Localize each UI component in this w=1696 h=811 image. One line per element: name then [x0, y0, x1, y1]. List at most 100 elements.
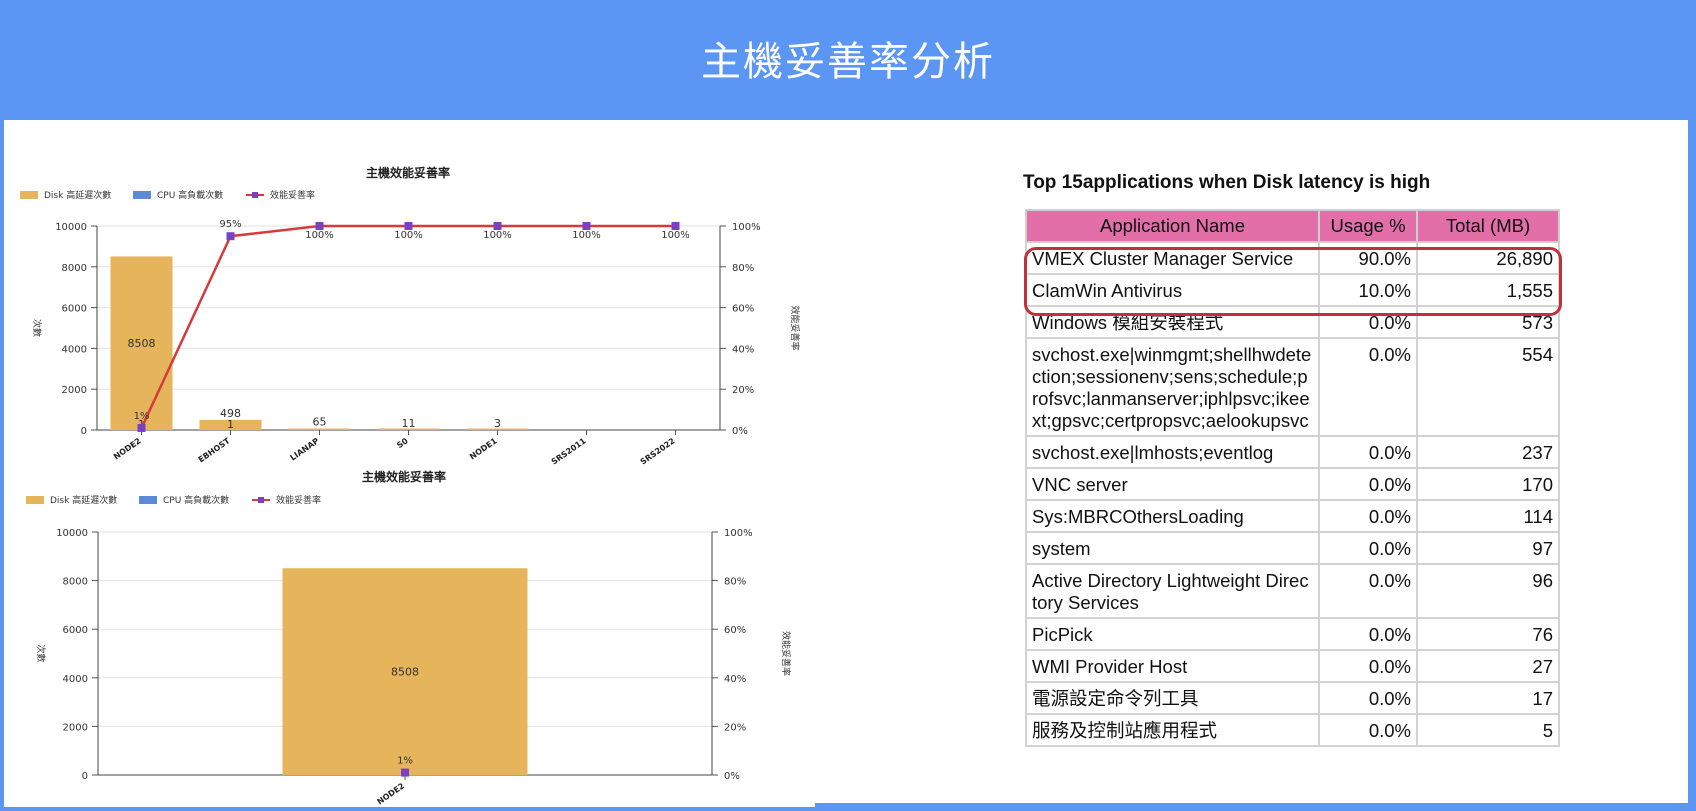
cell-usage: 0.0%	[1318, 305, 1418, 339]
cell-total: 237	[1416, 435, 1560, 469]
cell-usage: 10.0%	[1318, 273, 1418, 307]
legend-swatch-marker	[258, 497, 264, 503]
table-row: VNC server 0.0% 170	[1025, 467, 1560, 501]
y-tick-label: 0	[81, 426, 87, 437]
table-title: Top 15applications when Disk latency is …	[1023, 172, 1431, 193]
cell-usage: 0.0%	[1318, 617, 1418, 651]
y-tick-label: 0	[82, 771, 88, 782]
legend-label-cpu: CPU 高負載次數	[157, 189, 223, 201]
line-marker	[493, 222, 502, 230]
cell-total: 26,890	[1416, 241, 1560, 275]
y-tick-label: 8000	[63, 577, 88, 588]
y2-axis-title: 效能妥善率	[780, 631, 792, 676]
y2-tick-label: 100%	[724, 528, 753, 539]
table-row: system 0.0% 97	[1025, 531, 1560, 565]
line-value-label: 95%	[219, 219, 241, 230]
line-value-label: 100%	[661, 230, 690, 241]
legend-label-disk: Disk 高延遲次數	[50, 494, 117, 506]
cell-total: 114	[1416, 499, 1560, 533]
line-value-label: 100%	[305, 230, 334, 241]
y-tick-label: 4000	[62, 344, 87, 355]
legend-label-rate: 效能妥善率	[276, 494, 321, 506]
bar-value-label: 8508	[391, 666, 419, 679]
y2-tick-label: 0%	[724, 771, 740, 782]
x-tick-label: NODE2	[112, 436, 143, 461]
cell-usage: 0.0%	[1318, 531, 1418, 565]
y-tick-label: 10000	[56, 528, 88, 539]
table-header-row: Application Name Usage % Total (MB)	[1025, 209, 1560, 243]
chart-title: 主機效能妥善率	[366, 165, 450, 180]
cell-usage: 0.0%	[1318, 713, 1418, 747]
y2-tick-label: 40%	[724, 674, 746, 685]
table-row: WMI Provider Host 0.0% 27	[1025, 649, 1560, 683]
legend-swatch-marker	[252, 192, 258, 198]
x-tick-label: SRS2011	[550, 436, 588, 467]
cell-total: 97	[1416, 531, 1560, 565]
line-marker	[401, 768, 409, 777]
table-row: svchost.exe|lmhosts;eventlog 0.0% 237	[1025, 435, 1560, 469]
table-row: Active Directory Lightweight Directory S…	[1025, 563, 1560, 619]
legend-swatch-disk	[26, 496, 44, 504]
y-tick-label: 10000	[55, 222, 87, 233]
y-axis-title: 次數	[31, 319, 43, 337]
column-header-total: Total (MB)	[1416, 209, 1560, 243]
y2-tick-label: 20%	[724, 722, 746, 733]
legend-label-disk: Disk 高延遲次數	[44, 189, 111, 201]
cell-total: 96	[1416, 563, 1560, 619]
top-apps-table-block: Top 15applications when Disk latency is …	[1023, 172, 1560, 747]
cell-usage: 0.0%	[1318, 563, 1418, 619]
x-tick-label: SRS2022	[639, 436, 677, 466]
line-value-label: 1%	[397, 756, 413, 767]
line-rate	[140, 224, 676, 429]
x-tick-label: S0	[395, 436, 410, 450]
cell-total: 27	[1416, 649, 1560, 683]
cell-app-name: ClamWin Antivirus	[1025, 273, 1320, 307]
bar-count-label: 1	[227, 418, 234, 431]
line-value-label: 1%	[134, 411, 150, 422]
cell-total: 573	[1416, 305, 1560, 339]
cell-app-name: 服務及控制站應用程式	[1025, 713, 1320, 747]
x-tick-label: LIANAP	[288, 436, 320, 462]
y-tick-label: 6000	[63, 625, 88, 636]
bar-disk	[288, 428, 351, 430]
cell-usage: 0.0%	[1318, 435, 1418, 469]
y-tick-label: 8000	[62, 263, 87, 274]
cell-app-name: VMEX Cluster Manager Service	[1025, 241, 1320, 275]
y2-tick-label: 100%	[732, 222, 761, 233]
y-tick-label: 4000	[63, 674, 88, 685]
bar-value-label: 65	[313, 416, 327, 429]
cell-app-name: Active Directory Lightweight Directory S…	[1025, 563, 1320, 619]
cell-total: 170	[1416, 467, 1560, 501]
cell-app-name: svchost.exe|winmgmt;shellhwdetection;ses…	[1025, 337, 1320, 437]
y2-tick-label: 40%	[732, 344, 754, 355]
cell-app-name: WMI Provider Host	[1025, 649, 1320, 683]
y2-axis-title: 效能妥善率	[789, 305, 801, 350]
cell-usage: 0.0%	[1318, 499, 1418, 533]
cell-total: 554	[1416, 337, 1560, 437]
y-tick-label: 2000	[62, 385, 87, 396]
cell-app-name: 電源設定命令列工具	[1025, 681, 1320, 715]
table-row: Sys:MBRCOthersLoading 0.0% 114	[1025, 499, 1560, 533]
cell-app-name: Windows 模組安裝程式	[1025, 305, 1320, 339]
table-body: VMEX Cluster Manager Service 90.0% 26,890 C…	[1025, 241, 1560, 747]
line-value-label: 100%	[483, 230, 512, 241]
line-value-label: 100%	[394, 230, 423, 241]
line-value-label: 100%	[572, 230, 601, 241]
table-row: PicPick 0.0% 76	[1025, 617, 1560, 651]
cell-usage: 0.0%	[1318, 681, 1418, 715]
legend-swatch-cpu	[133, 191, 151, 199]
cell-total: 17	[1416, 681, 1560, 715]
legend-label-rate: 效能妥善率	[270, 189, 315, 201]
cell-usage: 0.0%	[1318, 337, 1418, 437]
cell-usage: 0.0%	[1318, 467, 1418, 501]
table-row: 服務及控制站應用程式 0.0% 5	[1025, 713, 1560, 747]
y2-tick-label: 0%	[732, 426, 748, 437]
line-marker	[315, 222, 324, 230]
cell-app-name: svchost.exe|lmhosts;eventlog	[1025, 435, 1320, 469]
line-marker	[226, 232, 235, 241]
legend-swatch-disk	[20, 191, 38, 199]
top-apps-table: Application Name Usage % Total (MB) VMEX…	[1025, 209, 1560, 747]
legend-swatch-cpu	[139, 496, 157, 504]
x-tick-label: EBHOST	[197, 436, 232, 464]
y2-tick-label: 60%	[724, 625, 746, 636]
